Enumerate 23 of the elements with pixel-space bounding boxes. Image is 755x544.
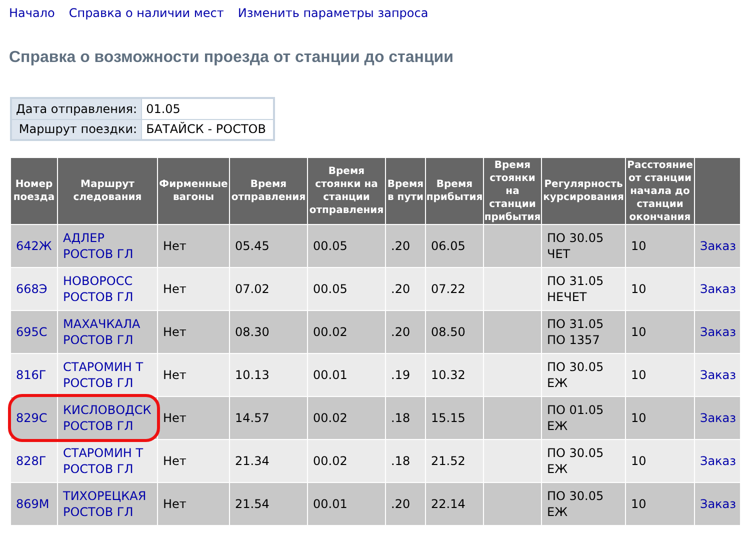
column-header: Время стоянки на станции прибытия	[484, 158, 542, 224]
column-header: Регулярность курсирования	[542, 158, 626, 224]
table-cell: Нет	[158, 482, 230, 526]
page-title: Справка о возможности проезда от станции до станции	[8, 48, 454, 68]
column-header: Маршрут следования	[58, 158, 158, 224]
column-header: Расстояние от станции начала до станции окончания	[626, 158, 694, 224]
nav-link[interactable]: Справка о наличии мест	[68, 4, 224, 22]
table-cell: .20	[386, 482, 426, 526]
column-header: Время в пути	[386, 158, 426, 224]
table-cell: ПО 30.05 ЕЖ	[542, 482, 626, 526]
nav-link[interactable]: Изменить параметры запроса	[238, 4, 428, 22]
field-label: Маршрут поездки:	[11, 119, 142, 140]
table-cell: 00.01	[308, 482, 386, 526]
column-header: Время отправления	[230, 158, 308, 224]
column-header: Номер поезда	[10, 158, 58, 224]
table-cell: 22.14	[426, 482, 484, 526]
table-cell: 21.54	[230, 482, 308, 526]
field-label: Дата отправления:	[11, 98, 142, 119]
column-header: Время стоянки на станции отправления	[308, 158, 386, 224]
nav-link[interactable]: Начало	[9, 4, 55, 22]
table-cell: 10	[626, 482, 694, 526]
column-header: Время прибытия	[426, 158, 484, 224]
column-header: Фирменные вагоны	[158, 158, 230, 224]
